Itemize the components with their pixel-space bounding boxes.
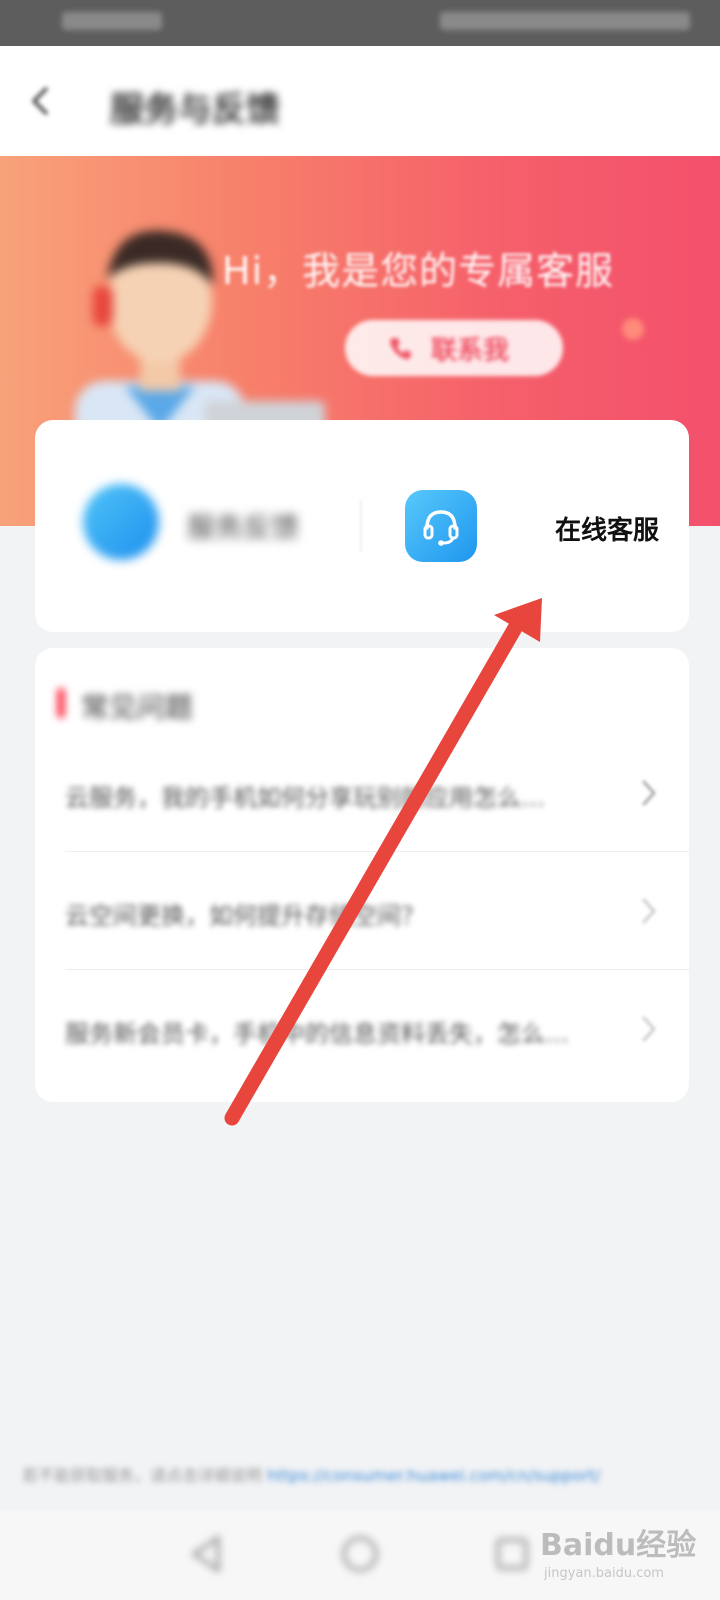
nav-home-icon[interactable] [340,1534,380,1574]
decorative-dot [622,318,644,340]
headset-icon [405,490,477,562]
watermark-logo: Baidu经验 [540,1528,697,1563]
app-bar: 服务与反馈 [0,46,720,156]
nav-back-icon[interactable] [188,1534,224,1574]
edit-icon [83,484,159,560]
faq-question: 云空间更换，如何提升存储空间？ [65,902,425,930]
online-customer-service-label: 在线客服 [555,516,660,546]
faq-list-item[interactable]: 服务新会员卡，手机中的信息资料丢失，怎么… [35,970,689,1088]
service-options-card: 服务反馈 在线客服 [35,420,689,632]
baidu-jingyan-watermark: Baidu经验 jingyan.baidu.com [540,1510,710,1588]
nav-recent-apps-icon[interactable] [494,1536,530,1572]
banner-greeting: Hi，我是您的专属客服 [222,249,615,293]
chevron-right-icon [642,898,656,924]
service-divider [360,500,362,552]
status-bar [0,0,720,46]
chevron-right-icon [642,780,656,806]
service-feedback-label: 服务反馈 [187,511,300,544]
status-bar-left-indicators [62,12,162,30]
chevron-right-icon [642,1016,656,1042]
faq-list-item[interactable]: 云空间更换，如何提升存储空间？ [35,852,689,970]
online-customer-service-entry[interactable]: 在线客服 [405,490,675,570]
watermark-url: jingyan.baidu.com [544,1566,664,1581]
back-arrow-icon[interactable] [26,86,56,116]
phone-icon [390,338,411,360]
faq-heading-marker [57,688,65,718]
contact-me-label: 联系我 [431,336,510,366]
footer-note-text: 若不能获取服务，请点击详细说明 [22,1466,263,1485]
faq-list-item[interactable]: 云服务，我的手机如何分享玩别的应用怎么… [35,734,689,852]
faq-question: 云服务，我的手机如何分享玩别的应用怎么… [65,784,545,812]
service-feedback-entry[interactable]: 服务反馈 [35,420,357,632]
page-title: 服务与反馈 [110,90,280,130]
contact-me-button[interactable]: 联系我 [345,320,563,376]
faq-heading-label: 常见问题 [81,691,194,724]
status-bar-right-indicators [440,12,690,30]
faq-card: 常见问题 云服务，我的手机如何分享玩别的应用怎么… 云空间更换，如何提升存储空间… [35,648,689,1102]
footer-note: 若不能获取服务，请点击详细说明 https://consumer.huawei.… [22,1462,702,1486]
footer-link[interactable]: https://consumer.huawei.com/cn/support/ [267,1466,600,1485]
faq-question: 服务新会员卡，手机中的信息资料丢失，怎么… [65,1020,569,1048]
